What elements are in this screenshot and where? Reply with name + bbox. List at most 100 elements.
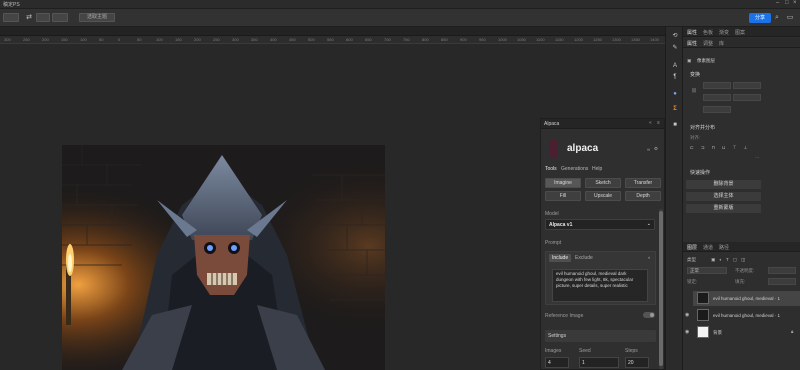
- x-field[interactable]: [733, 82, 761, 89]
- alpaca-plugin-icon[interactable]: ■: [670, 121, 680, 130]
- alpaca-panel: Alpaca « ≡ alpaca ∞ ⚙ Tools Generations …: [540, 118, 665, 370]
- opacity-label: 不透明度:: [735, 268, 755, 273]
- settings-icon[interactable]: ⚙: [654, 146, 658, 152]
- remove-background-button[interactable]: 删除背景: [686, 180, 761, 189]
- prompt-textarea[interactable]: evil humanoid ghoul, medieval dark dunge…: [552, 269, 648, 302]
- remask-button[interactable]: 重新蒙版: [686, 204, 761, 213]
- tool-imagine-button[interactable]: Imagine: [545, 178, 581, 188]
- option-dropdown-1[interactable]: [36, 13, 50, 22]
- color-icon[interactable]: ●: [670, 90, 680, 99]
- app-title: 稿定PS: [3, 2, 20, 8]
- tab-layers[interactable]: 图层: [687, 244, 697, 251]
- share-button[interactable]: 分享: [749, 13, 771, 23]
- panel-toolstrip: ⟲ ✎ A ¶ ● Σ ■: [665, 27, 683, 370]
- history-icon[interactable]: ⟲: [670, 32, 680, 41]
- link-icon[interactable]: ∞: [647, 147, 650, 152]
- prompt-options-icon[interactable]: ◐: [648, 255, 651, 260]
- tool-transfer-button[interactable]: Transfer: [625, 178, 661, 188]
- reference-image-toggle[interactable]: [643, 312, 655, 318]
- select-subject-quick-button[interactable]: 选择主体: [686, 192, 761, 201]
- model-select[interactable]: Alpaca v1 ⌄: [545, 219, 655, 230]
- layer-name: 背景: [713, 330, 722, 335]
- seed-field[interactable]: 1: [579, 357, 619, 368]
- angle-field[interactable]: [703, 106, 731, 113]
- option-dropdown-2[interactable]: [52, 13, 68, 22]
- layer-thumbnail: [697, 309, 709, 321]
- eye-icon[interactable]: ◉: [685, 329, 689, 335]
- settings-label: Settings: [548, 333, 567, 339]
- character-icon[interactable]: A: [670, 62, 680, 71]
- tool-fill-button[interactable]: Fill: [545, 191, 581, 201]
- canvas-image[interactable]: [62, 145, 385, 370]
- layer-row[interactable]: 背景 🔒︎: [693, 325, 800, 340]
- tab-attributes[interactable]: 属性: [687, 40, 697, 47]
- close-icon[interactable]: ×: [793, 0, 797, 6]
- brush-settings-icon[interactable]: ✎: [670, 44, 680, 53]
- ruler-tick: 1300: [612, 37, 621, 42]
- tab-adjustments[interactable]: 调整: [703, 40, 713, 47]
- steps-label: Steps: [625, 348, 638, 354]
- layer-filter-icons[interactable]: ▣◐T▢◫: [711, 257, 749, 263]
- ruler-tick: 1350: [631, 37, 640, 42]
- images-stepper[interactable]: 4: [545, 357, 569, 368]
- tab-exclude[interactable]: Exclude: [572, 254, 596, 262]
- width-field[interactable]: [703, 82, 731, 89]
- layer-name: evil humanoid ghoul, medieval · 1: [713, 313, 781, 318]
- chevron-down-icon: ⌄: [646, 221, 651, 227]
- tab-properties[interactable]: 属性: [687, 29, 697, 36]
- ruler-tick: 1150: [555, 37, 564, 42]
- align-buttons[interactable]: ⊏⊐⊓⊔⊤⊥: [690, 145, 754, 151]
- plugin-icon[interactable]: Σ: [670, 105, 680, 114]
- search-icon[interactable]: ⌕: [773, 14, 781, 22]
- ruler-tick: 550: [327, 37, 334, 42]
- nav-generations[interactable]: Generations: [561, 166, 588, 172]
- tab-gradients[interactable]: 渐变: [719, 29, 729, 36]
- more-icon[interactable]: ···: [755, 155, 760, 160]
- tool-preset-dropdown[interactable]: [3, 13, 19, 22]
- steps-stepper[interactable]: 20: [625, 357, 649, 368]
- minimize-icon[interactable]: –: [776, 0, 779, 6]
- ruler-tick: 350: [251, 37, 258, 42]
- y-field[interactable]: [733, 94, 761, 101]
- images-value: 4: [548, 360, 551, 366]
- settings-header[interactable]: Settings: [545, 330, 656, 342]
- workspace-icon[interactable]: ▭: [786, 14, 794, 22]
- tool-depth-button[interactable]: Depth: [625, 191, 661, 201]
- height-field[interactable]: [703, 94, 731, 101]
- paragraph-icon[interactable]: ¶: [670, 73, 680, 82]
- align-label: 对齐:: [690, 135, 701, 140]
- ruler-tick: 750: [403, 37, 410, 42]
- collapse-icon[interactable]: «: [649, 120, 652, 126]
- tab-patterns[interactable]: 图案: [735, 29, 745, 36]
- eye-icon[interactable]: ◉: [685, 312, 689, 318]
- ruler-tick: 150: [61, 37, 68, 42]
- layer-row[interactable]: evil humanoid ghoul, medieval · 1: [693, 291, 800, 306]
- opacity-field[interactable]: [768, 267, 796, 274]
- tool-sketch-button[interactable]: Sketch: [585, 178, 621, 188]
- layer-kind-filter[interactable]: 类型: [687, 257, 696, 263]
- seed-value: 1: [582, 360, 585, 366]
- fill-field[interactable]: [768, 278, 796, 285]
- tab-channels[interactable]: 通道: [703, 244, 713, 251]
- tab-libraries[interactable]: 库: [719, 40, 724, 47]
- swap-icon[interactable]: ⇄: [25, 14, 33, 22]
- panel-menu-icon[interactable]: ≡: [657, 120, 660, 126]
- select-subject-button[interactable]: 选取主题: [79, 13, 115, 22]
- tab-paths[interactable]: 路径: [719, 244, 729, 251]
- link-icon[interactable]: ⛓: [691, 88, 697, 94]
- tool-upscale-button[interactable]: Upscale: [585, 191, 621, 201]
- tab-include[interactable]: Include: [549, 254, 572, 262]
- layers-tabs: 图层 通道 路径: [683, 242, 800, 252]
- tab-swatches[interactable]: 色板: [703, 29, 713, 36]
- layer-row[interactable]: evil humanoid ghoul, medieval · 1: [693, 308, 800, 323]
- ruler-tick: 500: [308, 37, 315, 42]
- maximize-icon[interactable]: □: [785, 0, 789, 6]
- panel-scrollbar[interactable]: [659, 209, 663, 369]
- reference-image-label: Reference Image: [545, 313, 584, 319]
- nav-tools[interactable]: Tools: [545, 166, 557, 172]
- ruler-tick: 400: [270, 37, 277, 42]
- nav-help[interactable]: Help: [592, 166, 602, 172]
- layer-thumbnail: [697, 292, 709, 304]
- lock-icon: 🔒︎: [791, 329, 794, 334]
- ruler-tick: 700: [384, 37, 391, 42]
